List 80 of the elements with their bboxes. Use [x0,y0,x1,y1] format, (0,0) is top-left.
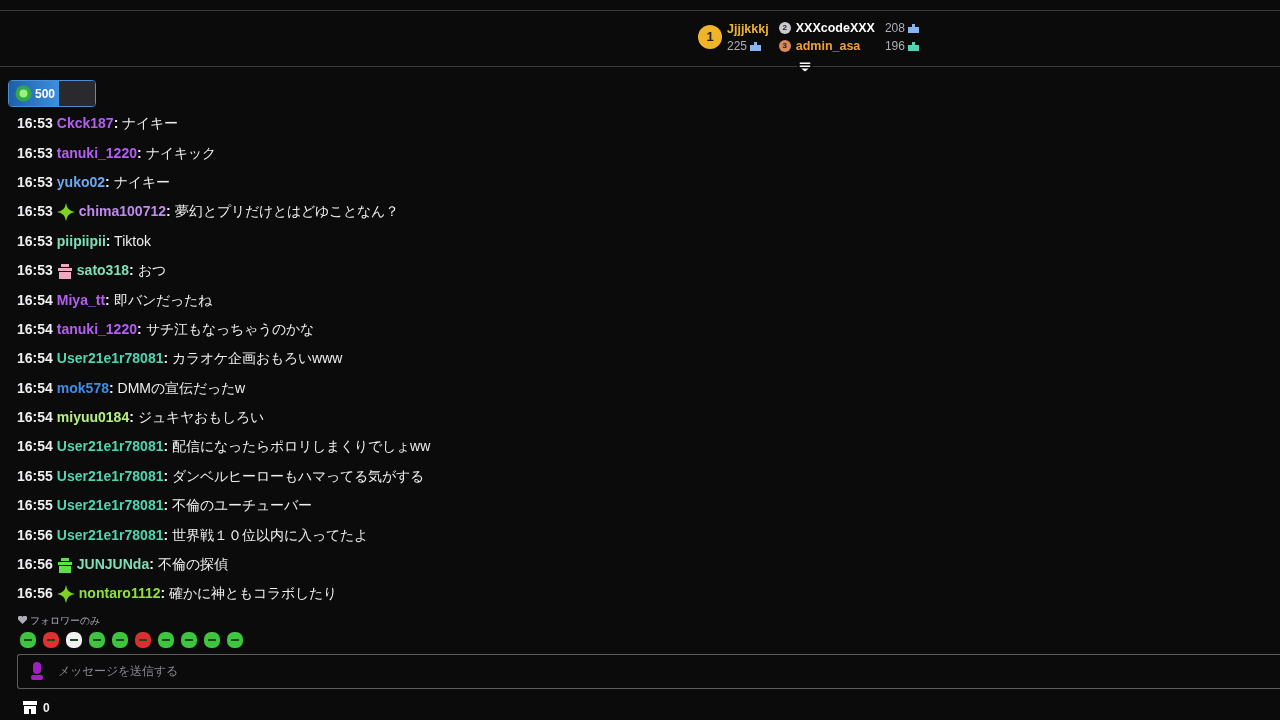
emote-icon[interactable] [64,630,84,649]
timestamp: 16:55 [17,496,53,516]
username[interactable]: miyuu0184 [56,407,130,429]
username: XXXcodeXXX [795,20,875,37]
message-text: : 即バンだったね [105,290,212,310]
message-text: : サチ江もなっちゃうのかな [137,319,314,339]
message-input[interactable]: メッセージを送信する [56,661,1280,682]
username[interactable]: User21e1r78081 [56,348,164,370]
emote-icon[interactable] [179,630,199,649]
timestamp: 16:54 [17,290,53,310]
message-text: : 確かに神ともコラボしたり [160,584,338,604]
heart-icon [18,616,27,625]
timestamp: 16:54 [17,349,53,369]
emote-icon[interactable] [18,630,38,649]
username[interactable]: User21e1r78081 [56,495,164,517]
timestamp: 16:53 [17,172,53,192]
username[interactable]: tanuki_1220 [56,142,137,164]
timestamp: 16:53 [17,231,53,251]
username: Jjjjkkkj [727,21,769,38]
message-text: : ナイキー [113,114,179,134]
message-text: : 不倫の探偵 [149,555,228,575]
message-text: : 夢幻とプリだけとはどゆことなん？ [166,202,399,222]
username[interactable]: User21e1r78081 [56,436,164,458]
timestamp: 16:56 [17,584,53,604]
timestamp: 16:56 [17,525,53,545]
timestamp: 16:54 [17,319,53,339]
sparkle-icon [56,584,75,603]
microphone-icon[interactable] [30,662,44,681]
score: 208 [884,20,905,37]
emote-icon[interactable] [225,630,245,649]
timestamp: 16:53 [17,202,53,222]
message-text: : ジュキヤおもしろい [129,408,264,428]
username[interactable]: yuko02 [56,171,106,193]
score: 196 [884,38,905,55]
points-button[interactable]: 500 [9,81,60,106]
message-text: : 不倫のユーチューバー [163,496,313,516]
timestamp: 16:54 [17,437,53,457]
message-box[interactable]: メッセージを送信する [17,653,1280,689]
username[interactable]: JUNJUNda [76,554,150,576]
timestamp: 16:54 [17,378,53,398]
timestamp: 16:53 [17,114,53,134]
store-count: 0 [43,699,50,717]
rank-badge: 3 [778,40,791,52]
message-text: : カラオケ企画おもろいwww [163,349,343,369]
follower-only-label: フォロワーのみ [30,613,100,628]
message-text: : 配信になったらポロリしまくりでしょww [163,437,431,457]
emote-icon[interactable] [87,630,107,649]
username[interactable]: Miya_tt [56,289,106,311]
coin-icon [15,85,32,102]
rank-badge: 2 [778,22,791,34]
username[interactable]: piipiipii [56,230,106,252]
emote-icon[interactable] [156,630,176,649]
message-text: : Tiktok [105,231,151,251]
points-panel [59,81,95,106]
score: 225 [727,38,748,54]
username[interactable]: tanuki_1220 [56,318,137,340]
message-text: : ナイキック [137,143,216,163]
username[interactable]: chima100712 [78,201,166,223]
username[interactable]: Ckck187 [56,113,114,135]
timestamp: 16:56 [17,555,53,575]
sparkle-icon [56,202,75,221]
username: admin_asa [795,38,861,55]
message-text: : ダンベルヒーローもハマってる気がする [163,466,425,486]
store-icon[interactable] [23,701,37,715]
username[interactable]: User21e1r78081 [56,524,164,546]
message-text: : ナイキー [105,172,170,192]
timestamp: 16:54 [17,408,53,428]
username[interactable]: User21e1r78081 [56,465,164,487]
emote-icon[interactable] [110,630,130,649]
username[interactable]: sato318 [76,260,129,282]
message-text: : おつ [128,261,166,281]
timestamp: 16:53 [17,143,53,163]
timestamp: 16:53 [17,261,53,281]
timestamp: 16:55 [17,466,53,486]
rank-badge: 1 [698,25,722,49]
username[interactable]: mok578 [56,377,109,399]
username[interactable]: nontaro1112 [78,583,161,605]
emote-icon[interactable] [202,630,222,649]
message-text: : DMMの宣伝だったw [108,378,246,398]
message-text: : 世界戦１０位以内に入ってたよ [163,525,369,545]
